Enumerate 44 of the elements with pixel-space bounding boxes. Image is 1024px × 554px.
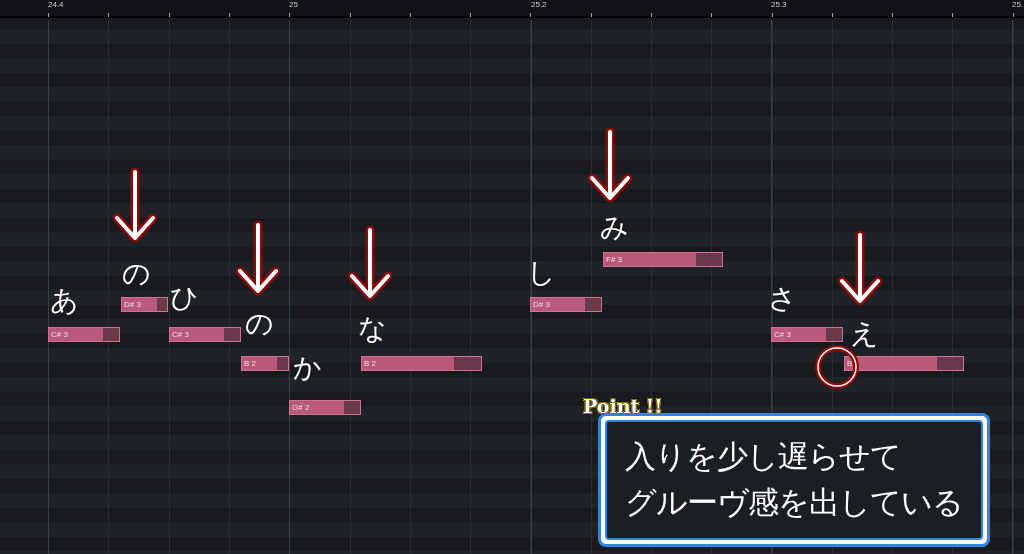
- note-block[interactable]: D# 3: [121, 297, 168, 312]
- note-label: C# 3: [171, 329, 189, 340]
- down-arrow-icon: [836, 231, 884, 307]
- lyric-text: さ: [768, 283, 797, 315]
- note-block[interactable]: C# 3: [169, 327, 241, 342]
- note-block[interactable]: B 2: [241, 356, 289, 371]
- note-label: G# 2: [291, 402, 310, 413]
- point-label: Point !!: [583, 394, 663, 418]
- callout-text: グルーヴ感を出している: [625, 484, 964, 522]
- note-label: B: [846, 358, 853, 369]
- lyric-text: の: [245, 308, 274, 340]
- ruler-label: 25.2: [531, 0, 547, 10]
- timeline-ruler[interactable]: 24.4 25 25.2 25.3 25.: [0, 0, 1024, 18]
- ruler-label: 25.: [1012, 0, 1024, 10]
- note-block[interactable]: C# 3: [771, 327, 843, 342]
- note-label: B 2: [363, 358, 376, 369]
- lyric-text: の: [122, 258, 151, 290]
- lyric-text: な: [358, 313, 387, 345]
- ruler-label: 25: [289, 0, 298, 10]
- ruler-label: 24.4: [48, 0, 64, 10]
- down-arrow-icon: [586, 128, 634, 204]
- note-block[interactable]: B: [844, 356, 964, 371]
- note-label: C# 3: [50, 329, 68, 340]
- lyric-text: み: [600, 212, 629, 244]
- lyric-text: あ: [50, 285, 79, 317]
- down-arrow-icon: [111, 168, 159, 244]
- note-block[interactable]: F# 3: [603, 252, 723, 267]
- note-block[interactable]: D# 3: [530, 297, 602, 312]
- lyric-text: え: [850, 318, 879, 350]
- down-arrow-icon: [234, 221, 282, 297]
- lyric-text: し: [527, 257, 556, 289]
- note-label: D# 3: [123, 299, 141, 310]
- lyric-text: ひ: [170, 282, 199, 314]
- note-label: D# 3: [532, 299, 550, 310]
- note-label: F# 3: [605, 254, 622, 265]
- note-label: C# 3: [773, 329, 791, 340]
- note-block[interactable]: G# 2: [289, 400, 361, 415]
- note-block[interactable]: B 2: [361, 356, 482, 371]
- note-label: B 2: [243, 358, 256, 369]
- down-arrow-icon: [346, 226, 394, 302]
- ruler-label: 25.3: [771, 0, 787, 10]
- callout-text: 入りを少し遅らせて: [625, 438, 902, 476]
- note-block[interactable]: C# 3: [48, 327, 120, 342]
- lyric-text: か: [293, 352, 322, 384]
